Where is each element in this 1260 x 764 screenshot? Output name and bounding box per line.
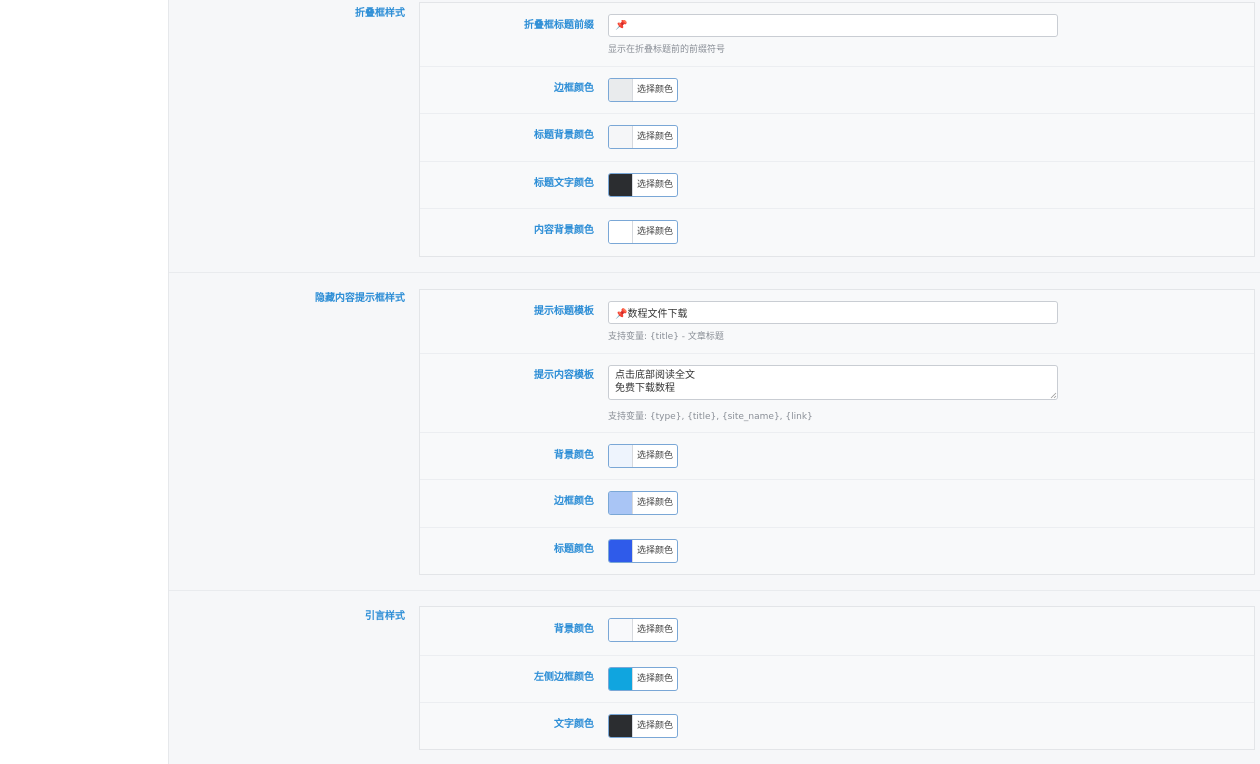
row-border-color: 边框颜色 选择颜色	[420, 66, 1254, 114]
field-label: 内容背景颜色	[534, 225, 594, 236]
help-text: 支持变量: {title} - 文章标题	[608, 332, 724, 342]
row-title-bg-color: 标题背景颜色 选择颜色	[420, 113, 1254, 162]
content-bg-color-picker-button[interactable]: 选择颜色	[608, 220, 678, 244]
color-swatch	[609, 540, 633, 562]
collapse-prefix-input[interactable]	[608, 14, 1058, 37]
field-label: 背景颜色	[554, 624, 594, 635]
border-color-picker-button[interactable]: 选择颜色	[608, 78, 678, 102]
row-tip-bg-color: 背景颜色 选择颜色	[420, 432, 1254, 480]
quote-bg-color-picker-button[interactable]: 选择颜色	[608, 618, 678, 642]
field-label: 标题文字颜色	[534, 178, 594, 189]
field-label: 提示标题模板	[534, 306, 594, 317]
section-hidden-tip-style: 隐藏内容提示框样式 提示标题模板 支持变量: {title} - 文章标题 提示…	[169, 272, 1260, 591]
help-text: 支持变量: {type}, {title}, {site_name}, {lin…	[608, 412, 813, 422]
color-picker-label: 选择颜色	[636, 451, 673, 461]
color-swatch	[609, 174, 633, 196]
section-collapse-style: 折叠框样式 折叠框标题前缀 显示在折叠标题前的前缀符号 边框颜色 选择颜色 标题…	[169, 0, 1260, 272]
row-tip-border-color: 边框颜色 选择颜色	[420, 479, 1254, 528]
quote-left-border-color-picker-button[interactable]: 选择颜色	[608, 667, 678, 691]
row-tip-title-color: 标题颜色 选择颜色	[420, 527, 1254, 575]
title-bg-color-picker-button[interactable]: 选择颜色	[608, 125, 678, 149]
section-box: 提示标题模板 支持变量: {title} - 文章标题 提示内容模板 支持变量:…	[419, 289, 1255, 575]
tip-bg-color-picker-button[interactable]: 选择颜色	[608, 444, 678, 468]
sidebar-area	[0, 0, 168, 764]
settings-main: 折叠框样式 折叠框标题前缀 显示在折叠标题前的前缀符号 边框颜色 选择颜色 标题…	[168, 0, 1260, 764]
tip-border-color-picker-button[interactable]: 选择颜色	[608, 491, 678, 515]
color-swatch	[609, 492, 633, 514]
field-label: 边框颜色	[554, 83, 594, 94]
color-picker-label: 选择颜色	[636, 85, 673, 95]
row-tip-title-template: 提示标题模板 支持变量: {title} - 文章标题	[420, 290, 1254, 353]
settings-page: 折叠框样式 折叠框标题前缀 显示在折叠标题前的前缀符号 边框颜色 选择颜色 标题…	[0, 0, 1260, 764]
color-swatch	[609, 619, 633, 641]
field-label: 左侧边框颜色	[534, 672, 594, 683]
row-tip-content-template: 提示内容模板 支持变量: {type}, {title}, {site_name…	[420, 353, 1254, 433]
resize-handle-icon[interactable]	[1050, 392, 1057, 399]
color-swatch	[609, 445, 633, 467]
section-quote-style: 引言样式 背景颜色 选择颜色 左侧边框颜色 选择颜色 文字颜色 选择颜色	[169, 590, 1260, 764]
color-swatch	[609, 79, 633, 101]
section-title: 隐藏内容提示框样式	[315, 293, 405, 304]
color-picker-label: 选择颜色	[636, 498, 673, 508]
quote-text-color-picker-button[interactable]: 选择颜色	[608, 714, 678, 738]
color-picker-label: 选择颜色	[636, 546, 673, 556]
row-content-bg-color: 内容背景颜色 选择颜色	[420, 208, 1254, 257]
title-text-color-picker-button[interactable]: 选择颜色	[608, 173, 678, 197]
row-title-text-color: 标题文字颜色 选择颜色	[420, 161, 1254, 209]
color-picker-label: 选择颜色	[636, 721, 673, 731]
field-label: 标题颜色	[554, 544, 594, 555]
tip-title-color-picker-button[interactable]: 选择颜色	[608, 539, 678, 563]
tip-title-template-input[interactable]	[608, 301, 1058, 324]
field-label: 边框颜色	[554, 496, 594, 507]
field-label: 提示内容模板	[534, 370, 594, 381]
row-collapse-prefix: 折叠框标题前缀 显示在折叠标题前的前缀符号	[420, 3, 1254, 66]
section-box: 折叠框标题前缀 显示在折叠标题前的前缀符号 边框颜色 选择颜色 标题背景颜色	[419, 2, 1255, 257]
field-label: 文字颜色	[554, 719, 594, 730]
field-label: 背景颜色	[554, 450, 594, 461]
color-picker-label: 选择颜色	[636, 625, 673, 635]
color-picker-label: 选择颜色	[636, 227, 673, 237]
section-title: 折叠框样式	[355, 8, 405, 19]
field-label: 标题背景颜色	[534, 130, 594, 141]
color-picker-label: 选择颜色	[636, 180, 673, 190]
color-swatch	[609, 221, 633, 243]
tip-content-template-textarea[interactable]	[608, 365, 1058, 400]
field-label: 折叠框标题前缀	[524, 20, 594, 31]
row-quote-left-border-color: 左侧边框颜色 选择颜色	[420, 655, 1254, 703]
color-swatch	[609, 715, 633, 737]
section-box: 背景颜色 选择颜色 左侧边框颜色 选择颜色 文字颜色 选择颜色	[419, 606, 1255, 750]
help-text: 显示在折叠标题前的前缀符号	[608, 45, 726, 55]
row-quote-bg-color: 背景颜色 选择颜色	[420, 607, 1254, 655]
section-title: 引言样式	[365, 611, 405, 622]
color-picker-label: 选择颜色	[636, 132, 673, 142]
row-quote-text-color: 文字颜色 选择颜色	[420, 702, 1254, 750]
color-swatch	[609, 126, 633, 148]
color-picker-label: 选择颜色	[636, 674, 673, 684]
color-swatch	[609, 668, 633, 690]
